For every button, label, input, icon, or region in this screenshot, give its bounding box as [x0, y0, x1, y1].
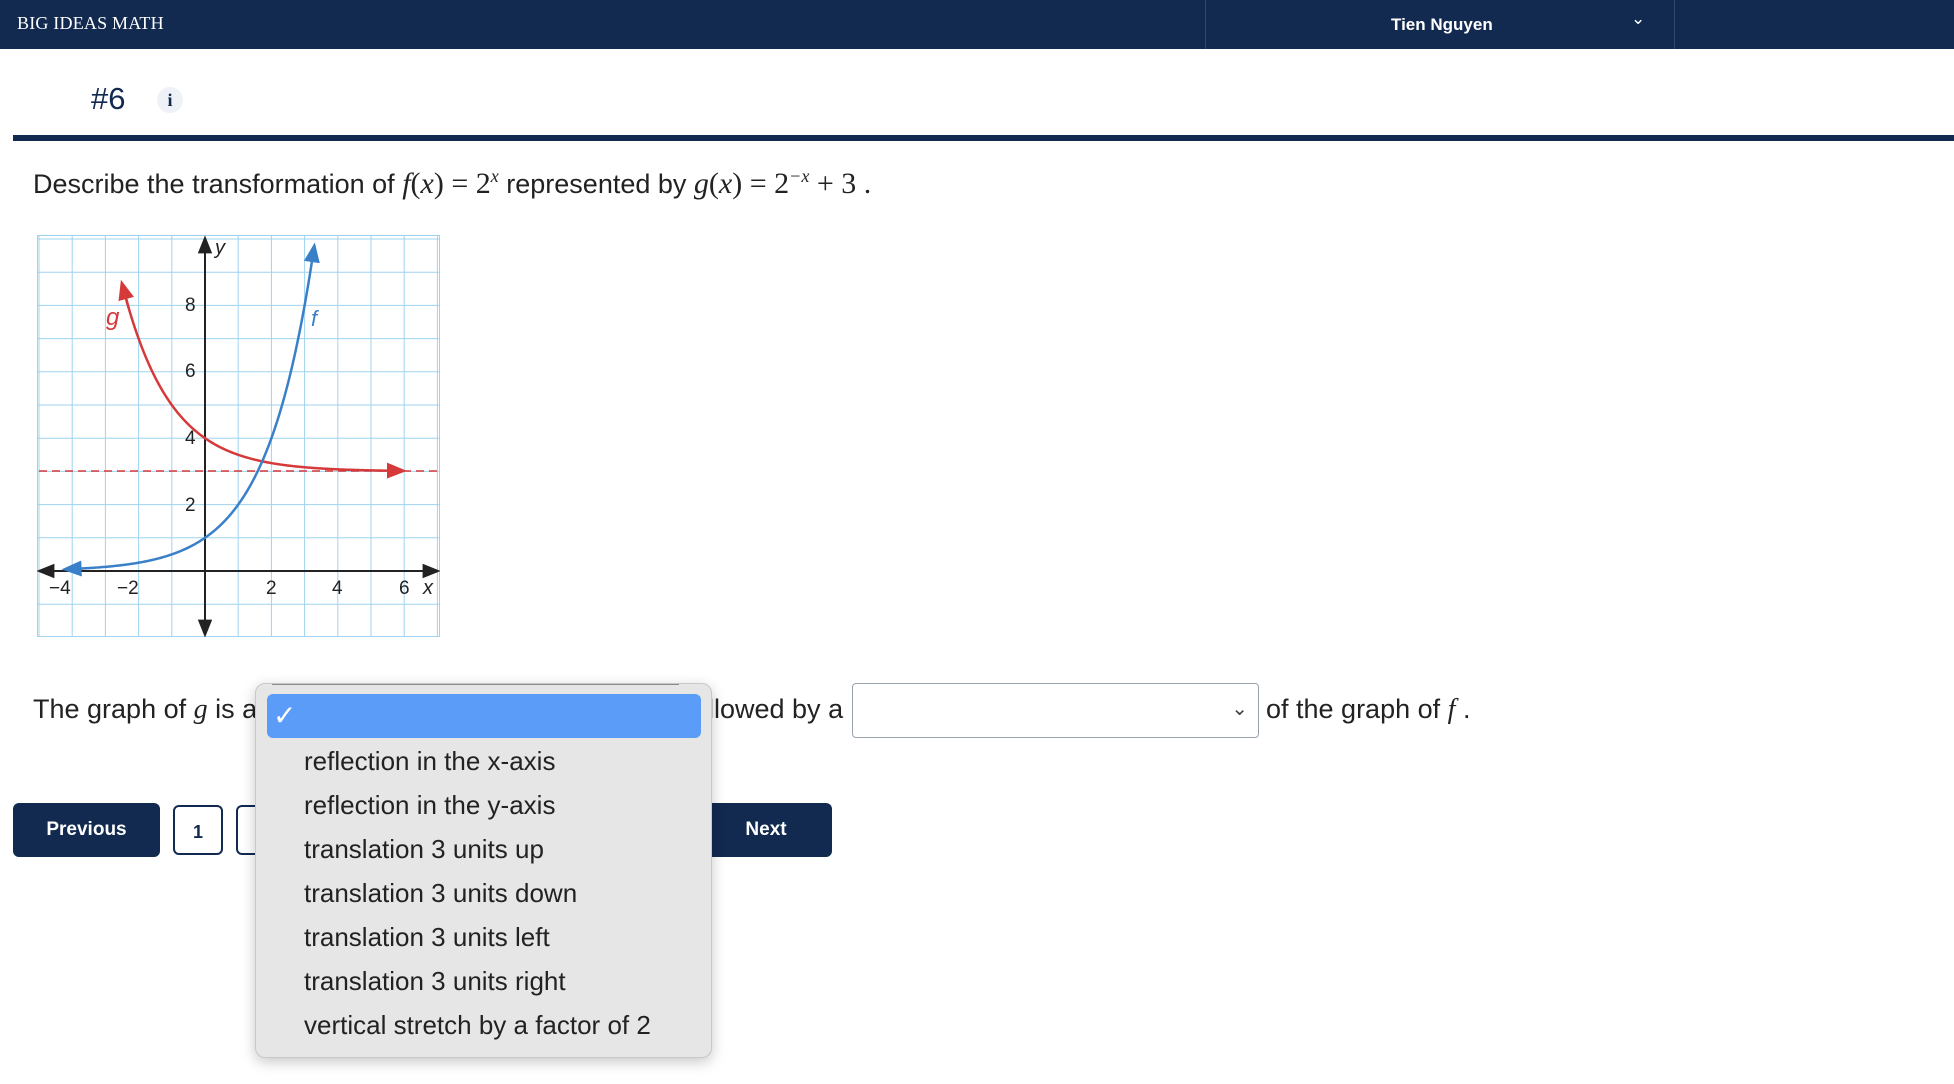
answer-lead-var: g: [193, 694, 208, 725]
dropdown-option-reflection-y[interactable]: reflection in the y-axis: [304, 790, 555, 821]
previous-button[interactable]: Previous: [13, 803, 160, 857]
dropdown-option-blank-selected[interactable]: ✓: [267, 694, 701, 738]
x-tick-2: 2: [266, 578, 277, 599]
y-axis-label: y: [213, 237, 226, 259]
page-1-button[interactable]: 1: [173, 805, 223, 855]
prompt-middle: represented by: [506, 169, 687, 199]
next-button[interactable]: Next: [700, 803, 832, 857]
info-icon[interactable]: i: [157, 87, 183, 113]
answer-end-text: of the graph of: [1266, 694, 1441, 724]
f-base: 2: [475, 167, 491, 200]
brand-logo[interactable]: BIG IDEAS MATH: [17, 13, 164, 34]
dropdown-option-reflection-x[interactable]: reflection in the x-axis: [304, 746, 555, 777]
dropdown-option-translate-down[interactable]: translation 3 units down: [304, 878, 577, 909]
transformation-dropdown-menu: ✓ reflection in the x-axis reflection in…: [255, 683, 712, 1058]
top-bar: BIG IDEAS MATH Tien Nguyen ⌄: [0, 0, 1954, 49]
x-tick-neg4: −4: [49, 578, 71, 599]
function-graph: y x −4 −2 2 4 6 2 4 6 8 f g: [37, 235, 440, 637]
transformation-select-2[interactable]: ⌄: [852, 683, 1259, 738]
user-name[interactable]: Tien Nguyen: [1391, 15, 1493, 35]
question-number: #6: [91, 81, 126, 116]
dropdown-option-translate-up[interactable]: translation 3 units up: [304, 834, 544, 865]
y-tick-2: 2: [185, 495, 196, 516]
f-exp: x: [490, 166, 499, 186]
question-prompt: Describe the transformation of f(x) = 2x…: [33, 166, 871, 201]
g-name: g: [693, 167, 709, 200]
x-tick-6: 6: [399, 578, 410, 599]
answer-end: of the graph of f .: [1266, 694, 1470, 726]
prompt-period: .: [863, 167, 872, 200]
dropdown-top-edge: [272, 684, 679, 685]
g-tail: + 3: [816, 167, 857, 200]
answer-lead-is: is a: [215, 694, 258, 724]
header-divider: [13, 135, 1954, 141]
x-tick-4: 4: [332, 578, 343, 599]
x-axis-label: x: [422, 577, 434, 599]
g-base: 2: [774, 167, 790, 200]
dropdown-option-translate-left[interactable]: translation 3 units left: [304, 922, 550, 953]
function-g: g(x) = 2−x + 3 .: [693, 166, 872, 200]
answer-end-var: f: [1447, 694, 1456, 725]
f-name: f: [402, 167, 411, 200]
y-tick-6: 6: [185, 361, 196, 382]
dropdown-option-translate-right[interactable]: translation 3 units right: [304, 966, 566, 997]
y-tick-4: 4: [185, 428, 196, 449]
y-tick-8: 8: [185, 295, 196, 316]
user-menu[interactable]: Tien Nguyen ⌄: [1205, 0, 1675, 49]
prompt-prefix: Describe the transformation of: [33, 169, 395, 199]
dropdown-option-vertical-stretch[interactable]: vertical stretch by a factor of 2: [304, 1010, 651, 1041]
answer-lead: The graph of g is a: [33, 694, 257, 726]
answer-mid-text: llowed by a: [708, 694, 844, 724]
curve-g-label: g: [106, 304, 120, 331]
g-exp: −x: [789, 166, 810, 186]
chevron-down-icon[interactable]: ⌄: [1631, 9, 1645, 29]
x-tick-neg2: −2: [117, 578, 139, 599]
g-var: x: [718, 167, 733, 200]
answer-end-period: .: [1462, 694, 1471, 724]
checkmark-icon: ✓: [273, 700, 297, 731]
function-f: f(x) = 2x: [402, 166, 499, 200]
answer-lead-text: The graph of: [33, 694, 187, 724]
chevron-down-icon: ⌄: [1231, 698, 1248, 720]
f-var: x: [420, 167, 434, 200]
